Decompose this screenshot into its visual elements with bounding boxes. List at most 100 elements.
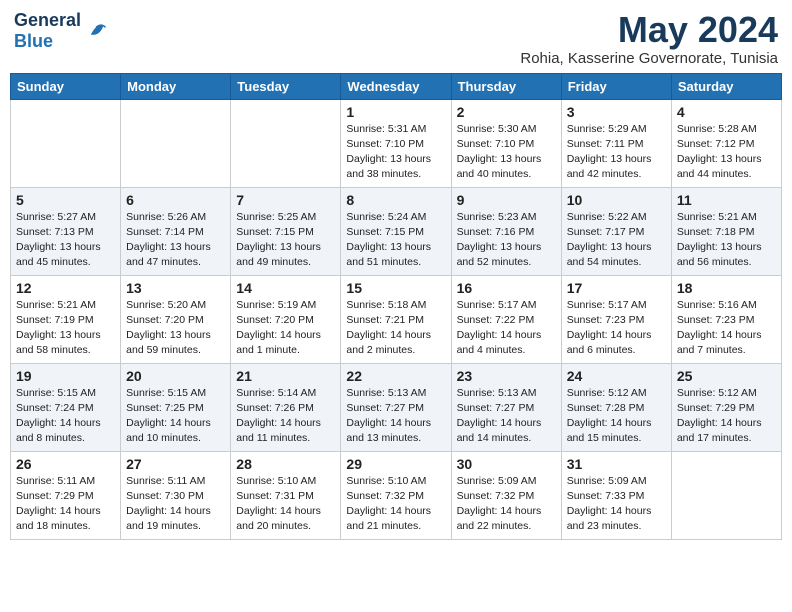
day-info: Sunrise: 5:13 AMSunset: 7:27 PMDaylight:… <box>346 386 445 447</box>
day-number: 3 <box>567 104 666 120</box>
logo-text: General Blue <box>14 10 81 52</box>
calendar-cell: 25 Sunrise: 5:12 AMSunset: 7:29 PMDayligh… <box>671 363 781 451</box>
day-info: Sunrise: 5:19 AMSunset: 7:20 PMDaylight:… <box>236 298 335 359</box>
calendar-cell: 16 Sunrise: 5:17 AMSunset: 7:22 PMDayligh… <box>451 275 561 363</box>
day-info: Sunrise: 5:15 AMSunset: 7:25 PMDaylight:… <box>126 386 225 447</box>
calendar-cell: 2Sunrise: 5:30 AMSunset: 7:10 PMDaylight… <box>451 99 561 187</box>
weekday-header-wednesday: Wednesday <box>341 73 451 99</box>
month-year: May 2024 <box>520 10 778 50</box>
day-number: 11 <box>677 192 776 208</box>
weekday-header-monday: Monday <box>121 73 231 99</box>
logo-icon <box>85 20 107 42</box>
day-info: Sunrise: 5:18 AMSunset: 7:21 PMDaylight:… <box>346 298 445 359</box>
day-info: Sunrise: 5:09 AMSunset: 7:32 PMDaylight:… <box>457 474 556 535</box>
day-number: 21 <box>236 368 335 384</box>
weekday-header-sunday: Sunday <box>11 73 121 99</box>
calendar-cell: 15 Sunrise: 5:18 AMSunset: 7:21 PMDayligh… <box>341 275 451 363</box>
day-number: 15 <box>346 280 445 296</box>
day-info: Sunrise: 5:15 AMSunset: 7:24 PMDaylight:… <box>16 386 115 447</box>
day-info: Sunrise: 5:22 AMSunset: 7:17 PMDaylight:… <box>567 210 666 271</box>
day-info: Sunrise: 5:10 AMSunset: 7:31 PMDaylight:… <box>236 474 335 535</box>
location: Rohia, Kasserine Governorate, Tunisia <box>520 50 778 67</box>
day-number: 8 <box>346 192 445 208</box>
calendar-cell: 21Sunrise: 5:14 AMSunset: 7:26 PMDayligh… <box>231 363 341 451</box>
calendar-cell <box>231 99 341 187</box>
calendar-cell: 22 Sunrise: 5:13 AMSunset: 7:27 PMDayligh… <box>341 363 451 451</box>
calendar-cell: 17 Sunrise: 5:17 AMSunset: 7:23 PMDayligh… <box>561 275 671 363</box>
calendar-cell <box>11 99 121 187</box>
day-number: 7 <box>236 192 335 208</box>
logo-blue: Blue <box>14 31 53 51</box>
day-number: 14 <box>236 280 335 296</box>
calendar-cell: 6 Sunrise: 5:26 AMSunset: 7:14 PMDaylight… <box>121 187 231 275</box>
day-info: Sunrise: 5:24 AMSunset: 7:15 PMDaylight:… <box>346 210 445 271</box>
day-info: Sunrise: 5:12 AMSunset: 7:28 PMDaylight:… <box>567 386 666 447</box>
calendar-cell: 11 Sunrise: 5:21 AMSunset: 7:18 PMDayligh… <box>671 187 781 275</box>
calendar-cell <box>121 99 231 187</box>
calendar-cell: 19Sunrise: 5:15 AMSunset: 7:24 PMDayligh… <box>11 363 121 451</box>
day-number: 6 <box>126 192 225 208</box>
calendar-cell: 12 Sunrise: 5:21 AMSunset: 7:19 PMDayligh… <box>11 275 121 363</box>
day-number: 10 <box>567 192 666 208</box>
weekday-header-friday: Friday <box>561 73 671 99</box>
calendar-cell: 10 Sunrise: 5:22 AMSunset: 7:17 PMDayligh… <box>561 187 671 275</box>
day-number: 5 <box>16 192 115 208</box>
day-number: 9 <box>457 192 556 208</box>
day-number: 25 <box>677 368 776 384</box>
day-info: Sunrise: 5:16 AMSunset: 7:23 PMDaylight:… <box>677 298 776 359</box>
day-info: Sunrise: 5:12 AMSunset: 7:29 PMDaylight:… <box>677 386 776 447</box>
calendar-week-row: 5 Sunrise: 5:27 AMSunset: 7:13 PMDaylight… <box>11 187 782 275</box>
calendar-cell: 14 Sunrise: 5:19 AMSunset: 7:20 PMDayligh… <box>231 275 341 363</box>
day-info: Sunrise: 5:17 AMSunset: 7:23 PMDaylight:… <box>567 298 666 359</box>
day-info: Sunrise: 5:21 AMSunset: 7:18 PMDaylight:… <box>677 210 776 271</box>
weekday-header-thursday: Thursday <box>451 73 561 99</box>
calendar-week-row: 12 Sunrise: 5:21 AMSunset: 7:19 PMDayligh… <box>11 275 782 363</box>
day-number: 29 <box>346 456 445 472</box>
calendar-cell: 1 Sunrise: 5:31 AMSunset: 7:10 PMDaylight… <box>341 99 451 187</box>
calendar-cell: 4Sunrise: 5:28 AMSunset: 7:12 PMDaylight… <box>671 99 781 187</box>
calendar-week-row: 19Sunrise: 5:15 AMSunset: 7:24 PMDayligh… <box>11 363 782 451</box>
weekday-header-row: SundayMondayTuesdayWednesdayThursdayFrid… <box>11 73 782 99</box>
page-header: General Blue May 2024 Rohia, Kasserine G… <box>10 10 782 67</box>
calendar-cell: 28 Sunrise: 5:10 AMSunset: 7:31 PMDayligh… <box>231 451 341 539</box>
calendar-cell: 7 Sunrise: 5:25 AMSunset: 7:15 PMDaylight… <box>231 187 341 275</box>
day-number: 23 <box>457 368 556 384</box>
day-number: 28 <box>236 456 335 472</box>
title-block: May 2024 Rohia, Kasserine Governorate, T… <box>520 10 778 67</box>
day-info: Sunrise: 5:13 AMSunset: 7:27 PMDaylight:… <box>457 386 556 447</box>
day-number: 20 <box>126 368 225 384</box>
day-info: Sunrise: 5:27 AMSunset: 7:13 PMDaylight:… <box>16 210 115 271</box>
day-number: 12 <box>16 280 115 296</box>
calendar-cell: 29Sunrise: 5:10 AMSunset: 7:32 PMDayligh… <box>341 451 451 539</box>
day-number: 31 <box>567 456 666 472</box>
calendar-cell: 26Sunrise: 5:11 AMSunset: 7:29 PMDayligh… <box>11 451 121 539</box>
day-info: Sunrise: 5:25 AMSunset: 7:15 PMDaylight:… <box>236 210 335 271</box>
day-info: Sunrise: 5:29 AMSunset: 7:11 PMDaylight:… <box>567 122 666 183</box>
day-number: 27 <box>126 456 225 472</box>
day-info: Sunrise: 5:31 AMSunset: 7:10 PMDaylight:… <box>346 122 445 183</box>
calendar-cell: 9 Sunrise: 5:23 AMSunset: 7:16 PMDaylight… <box>451 187 561 275</box>
day-number: 26 <box>16 456 115 472</box>
calendar-cell: 8 Sunrise: 5:24 AMSunset: 7:15 PMDaylight… <box>341 187 451 275</box>
day-info: Sunrise: 5:23 AMSunset: 7:16 PMDaylight:… <box>457 210 556 271</box>
weekday-header-saturday: Saturday <box>671 73 781 99</box>
calendar-cell: 5 Sunrise: 5:27 AMSunset: 7:13 PMDaylight… <box>11 187 121 275</box>
day-number: 1 <box>346 104 445 120</box>
day-info: Sunrise: 5:26 AMSunset: 7:14 PMDaylight:… <box>126 210 225 271</box>
day-number: 4 <box>677 104 776 120</box>
calendar-cell: 23 Sunrise: 5:13 AMSunset: 7:27 PMDayligh… <box>451 363 561 451</box>
day-number: 2 <box>457 104 556 120</box>
day-number: 17 <box>567 280 666 296</box>
day-info: Sunrise: 5:20 AMSunset: 7:20 PMDaylight:… <box>126 298 225 359</box>
calendar-cell: 30Sunrise: 5:09 AMSunset: 7:32 PMDayligh… <box>451 451 561 539</box>
day-info: Sunrise: 5:21 AMSunset: 7:19 PMDaylight:… <box>16 298 115 359</box>
logo: General Blue <box>14 10 107 52</box>
calendar-week-row: 26Sunrise: 5:11 AMSunset: 7:29 PMDayligh… <box>11 451 782 539</box>
logo-general: General <box>14 10 81 30</box>
day-number: 16 <box>457 280 556 296</box>
day-number: 24 <box>567 368 666 384</box>
day-info: Sunrise: 5:09 AMSunset: 7:33 PMDaylight:… <box>567 474 666 535</box>
day-info: Sunrise: 5:17 AMSunset: 7:22 PMDaylight:… <box>457 298 556 359</box>
day-number: 22 <box>346 368 445 384</box>
calendar-week-row: 1 Sunrise: 5:31 AMSunset: 7:10 PMDaylight… <box>11 99 782 187</box>
